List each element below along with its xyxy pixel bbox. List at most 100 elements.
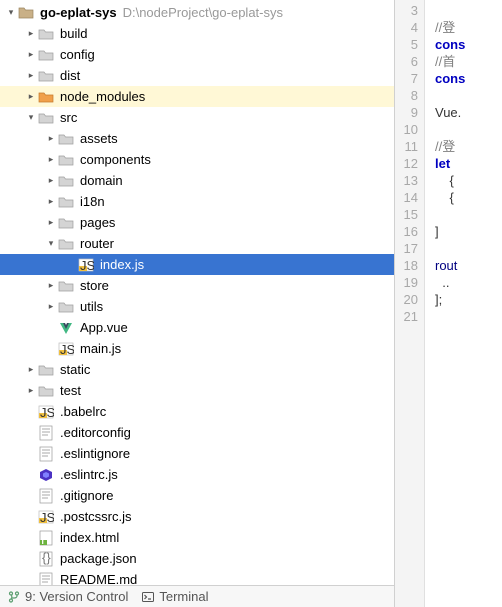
tree-item--eslintignore[interactable]: ▸.eslintignore (0, 443, 394, 464)
code-line: ] (435, 223, 502, 240)
tree-item-index-html[interactable]: ▸Hindex.html (0, 527, 394, 548)
folder-icon (38, 68, 54, 84)
expand-arrow-icon[interactable]: ▸ (44, 153, 58, 167)
folder-root-icon (18, 5, 34, 21)
code-line: cons (435, 70, 502, 87)
version-control-tab[interactable]: 9: Version Control (8, 589, 128, 604)
tree-item-components[interactable]: ▸components (0, 149, 394, 170)
tree-item-label: pages (80, 215, 115, 230)
tree-item-main-js[interactable]: ▸JSmain.js (0, 338, 394, 359)
folder-orange-icon (38, 89, 54, 105)
tree-item-node-modules[interactable]: ▸ node_modules (0, 86, 394, 107)
tree-item-app-vue[interactable]: ▸App.vue (0, 317, 394, 338)
folder-icon (58, 173, 74, 189)
terminal-label: Terminal (159, 589, 208, 604)
code-line: rout (435, 257, 502, 274)
expand-arrow-icon[interactable]: ▸ (44, 132, 58, 146)
line-number: 15 (395, 206, 418, 223)
line-number: 13 (395, 172, 418, 189)
expand-arrow-icon[interactable]: ▸ (44, 174, 58, 188)
tree-item-dist[interactable]: ▸dist (0, 65, 394, 86)
line-number: 16 (395, 223, 418, 240)
tree-item--eslintrc-js[interactable]: ▸.eslintrc.js (0, 464, 394, 485)
folder-icon (38, 110, 54, 126)
editor-gutter: 3456789101112131415161718192021 (395, 0, 425, 607)
js-icon: JS (38, 509, 54, 525)
code-line (435, 240, 502, 257)
terminal-icon (142, 591, 154, 603)
tree-item-path: D:\nodeProject\go-eplat-sys (123, 5, 283, 20)
tree-item--editorconfig[interactable]: ▸.editorconfig (0, 422, 394, 443)
expand-arrow-icon[interactable]: ▸ (24, 48, 38, 62)
editor-code[interactable]: //登cons//首cons Vue. //登let { { ] rout ..… (425, 0, 502, 607)
tree-item-index-js[interactable]: ▸JSindex.js (0, 254, 394, 275)
expand-arrow-icon[interactable]: ▾ (44, 237, 58, 251)
tree-item-readme-md[interactable]: ▸README.md (0, 569, 394, 585)
tree-item-label: go-eplat-sys (40, 5, 117, 20)
folder-icon (58, 278, 74, 294)
tree-item--babelrc[interactable]: ▸JS.babelrc (0, 401, 394, 422)
project-tree[interactable]: ▾ go-eplat-sys D:\nodeProject\go-eplat-sys… (0, 0, 394, 585)
line-number: 6 (395, 53, 418, 70)
html-icon: H (38, 530, 54, 546)
tree-item-store[interactable]: ▸store (0, 275, 394, 296)
tree-item-label: node_modules (60, 89, 145, 104)
tree-item-domain[interactable]: ▸ domain (0, 170, 394, 191)
branch-icon (8, 591, 20, 603)
expand-arrow-icon[interactable]: ▾ (4, 6, 18, 20)
code-line: .. (435, 274, 502, 291)
json-icon: {} (38, 551, 54, 567)
tree-item-config[interactable]: ▸config (0, 44, 394, 65)
text-icon (38, 488, 54, 504)
expand-arrow-icon[interactable]: ▸ (24, 384, 38, 398)
tree-item-label: domain (80, 173, 123, 188)
line-number: 12 (395, 155, 418, 172)
tree-item-pages[interactable]: ▸ pages (0, 212, 394, 233)
tree-item-label: index.html (60, 530, 119, 545)
tree-item--postcssrc-js[interactable]: ▸JS.postcssrc.js (0, 506, 394, 527)
js-icon: JS (58, 341, 74, 357)
code-line: //首 (435, 53, 502, 70)
tree-item-i18n[interactable]: ▸ i18n (0, 191, 394, 212)
tree-item-label: static (60, 362, 90, 377)
text-icon (38, 446, 54, 462)
tree-item--gitignore[interactable]: ▸.gitignore (0, 485, 394, 506)
expand-arrow-icon[interactable]: ▸ (44, 300, 58, 314)
tree-item-build[interactable]: ▸build (0, 23, 394, 44)
expand-arrow-icon[interactable]: ▾ (24, 111, 38, 125)
expand-arrow-icon[interactable]: ▸ (24, 90, 38, 104)
code-line: //登 (435, 138, 502, 155)
tree-item-go-eplat-sys[interactable]: ▾ go-eplat-sys D:\nodeProject\go-eplat-sys (0, 2, 394, 23)
expand-arrow-icon[interactable]: ▸ (24, 363, 38, 377)
tree-item-package-json[interactable]: ▸{}package.json (0, 548, 394, 569)
folder-icon (58, 215, 74, 231)
tree-item-static[interactable]: ▸ static (0, 359, 394, 380)
code-line: //登 (435, 19, 502, 36)
folder-icon (58, 236, 74, 252)
tree-item-label: src (60, 110, 77, 125)
code-line: let (435, 155, 502, 172)
tree-item-label: test (60, 383, 81, 398)
tree-item-label: main.js (80, 341, 121, 356)
expand-arrow-icon[interactable]: ▸ (44, 195, 58, 209)
tool-window-bar: 9: Version Control Terminal (0, 585, 394, 607)
tree-item-src[interactable]: ▾ src (0, 107, 394, 128)
vue-icon (58, 320, 74, 336)
tree-item-test[interactable]: ▸ test (0, 380, 394, 401)
code-line: ]; (435, 291, 502, 308)
line-number: 21 (395, 308, 418, 325)
tree-item-router[interactable]: ▾ router (0, 233, 394, 254)
expand-arrow-icon[interactable]: ▸ (24, 69, 38, 83)
tree-item-label: router (80, 236, 114, 251)
expand-arrow-icon[interactable]: ▸ (44, 216, 58, 230)
folder-icon (58, 131, 74, 147)
code-line: Vue. (435, 104, 502, 121)
tree-item-utils[interactable]: ▸utils (0, 296, 394, 317)
terminal-tab[interactable]: Terminal (142, 589, 208, 604)
tree-item-label: i18n (80, 194, 105, 209)
expand-arrow-icon[interactable]: ▸ (24, 27, 38, 41)
line-number: 10 (395, 121, 418, 138)
tree-item-assets[interactable]: ▸assets (0, 128, 394, 149)
svg-text:JS: JS (40, 510, 54, 525)
expand-arrow-icon[interactable]: ▸ (44, 279, 58, 293)
